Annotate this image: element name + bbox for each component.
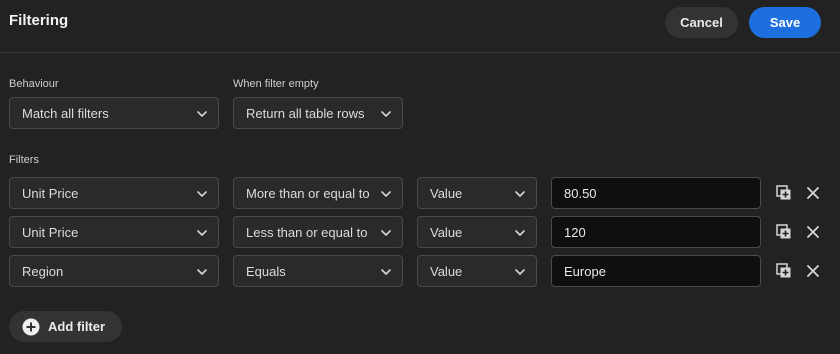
- chevron-down-icon: [515, 230, 525, 236]
- save-button[interactable]: Save: [749, 7, 821, 38]
- filter-field-select[interactable]: Unit Price: [9, 216, 219, 248]
- chevron-down-icon: [515, 191, 525, 197]
- behaviour-value: Match all filters: [22, 105, 109, 121]
- chevron-down-icon: [197, 269, 207, 275]
- cancel-button[interactable]: Cancel: [665, 7, 738, 38]
- chevron-down-icon: [197, 230, 207, 236]
- chevron-down-icon: [197, 191, 207, 197]
- filters-label: Filters: [9, 154, 39, 166]
- filter-type-select[interactable]: Value: [417, 216, 537, 248]
- add-filter-button[interactable]: Add filter: [9, 311, 122, 342]
- filter-type-select[interactable]: Value: [417, 177, 537, 209]
- filter-operator-select[interactable]: Equals: [233, 255, 403, 287]
- filter-field-value: Unit Price: [22, 224, 79, 240]
- duplicate-icon[interactable]: [775, 262, 793, 280]
- close-icon[interactable]: [804, 184, 822, 202]
- chevron-down-icon: [197, 111, 207, 117]
- chevron-down-icon: [515, 269, 525, 275]
- filter-type-select[interactable]: Value: [417, 255, 537, 287]
- close-icon[interactable]: [804, 262, 822, 280]
- filter-operator-value: More than or equal to: [246, 185, 370, 201]
- filter-field-select[interactable]: Unit Price: [9, 177, 219, 209]
- filter-value-input[interactable]: 120: [551, 216, 761, 248]
- filter-field-select[interactable]: Region: [9, 255, 219, 287]
- filter-operator-value: Equals: [246, 263, 286, 279]
- filter-type-value: Value: [430, 185, 463, 201]
- filter-operator-select[interactable]: Less than or equal to: [233, 216, 403, 248]
- behaviour-select[interactable]: Match all filters: [9, 97, 219, 129]
- filter-operator-value: Less than or equal to: [246, 224, 368, 240]
- behaviour-label: Behaviour: [9, 78, 59, 90]
- filter-value-input[interactable]: 80.50: [551, 177, 761, 209]
- chevron-down-icon: [381, 230, 391, 236]
- plus-circle-icon: [22, 318, 40, 335]
- filter-field-value: Unit Price: [22, 185, 79, 201]
- duplicate-icon[interactable]: [775, 184, 793, 202]
- chevron-down-icon: [381, 269, 391, 275]
- add-filter-label: Add filter: [48, 319, 106, 334]
- when-empty-select[interactable]: Return all table rows: [233, 97, 403, 129]
- chevron-down-icon: [381, 111, 391, 117]
- filter-type-value: Value: [430, 263, 463, 279]
- modal-header: Filtering Cancel Save: [0, 0, 840, 53]
- duplicate-icon[interactable]: [775, 223, 793, 241]
- filter-value-input[interactable]: Europe: [551, 255, 761, 287]
- page-title: Filtering: [9, 12, 69, 29]
- chevron-down-icon: [381, 191, 391, 197]
- when-empty-label: When filter empty: [233, 78, 319, 90]
- filter-field-value: Region: [22, 263, 64, 279]
- close-icon[interactable]: [804, 223, 822, 241]
- when-empty-value: Return all table rows: [246, 105, 365, 121]
- filter-operator-select[interactable]: More than or equal to: [233, 177, 403, 209]
- filter-type-value: Value: [430, 224, 463, 240]
